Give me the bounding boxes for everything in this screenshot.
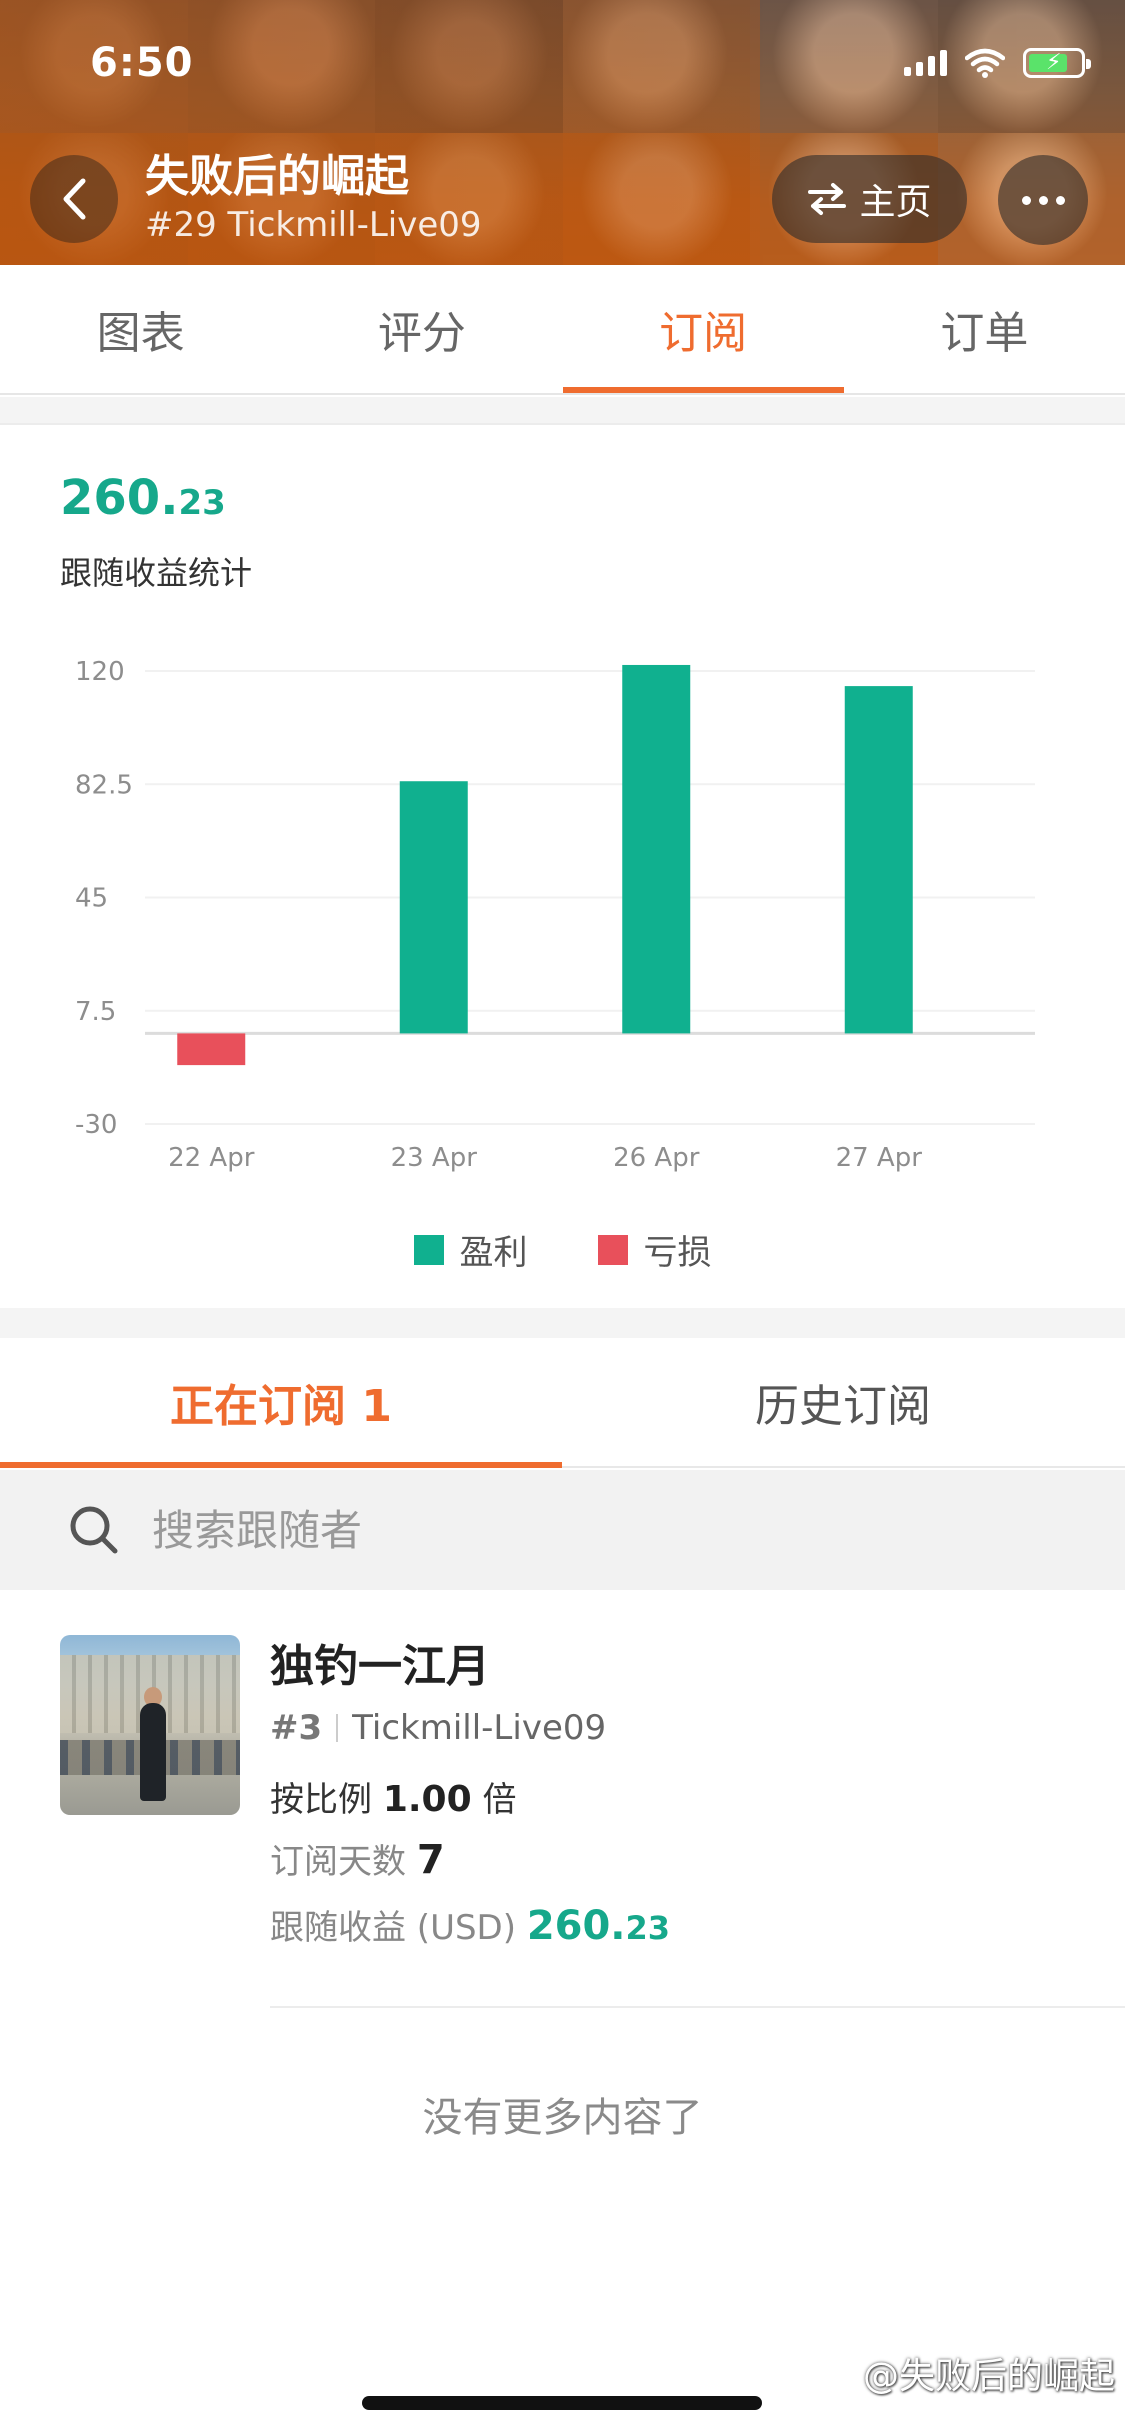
profile-header: 6:50 ⚡ 失败后的崛起 #29 Tickmill-Live09 主页	[0, 0, 1125, 265]
wifi-icon	[965, 48, 1005, 78]
chart-legend: 盈利 亏损	[0, 1225, 1125, 1274]
search-icon	[70, 1506, 118, 1554]
follower-subscription-days: 订阅天数 7	[270, 1837, 445, 1883]
search-bar	[0, 1470, 1125, 1590]
home-button[interactable]: 主页	[772, 155, 967, 243]
status-icons: ⚡	[904, 48, 1091, 78]
main-tabs: 图表 评分 订阅 订单	[0, 265, 1125, 395]
subscription-tabs: 正在订阅 1 历史订阅	[0, 1338, 1125, 1468]
cellular-signal-icon	[904, 50, 947, 76]
legend-profit-swatch	[413, 1234, 444, 1265]
bar-23-apr	[399, 781, 468, 1034]
follower-profit-value: 260.23	[526, 1903, 671, 1949]
follower-account: Tickmill-Live09	[352, 1708, 607, 1748]
battery-icon: ⚡	[1023, 48, 1091, 78]
back-button[interactable]	[30, 155, 118, 243]
follower-rank: #3	[270, 1708, 323, 1748]
follower-meta: #3 Tickmill-Live09	[270, 1708, 606, 1748]
more-options-button[interactable]	[998, 155, 1088, 245]
tab-current-subscriptions[interactable]: 正在订阅 1	[0, 1338, 562, 1468]
more-dots-icon	[1021, 195, 1031, 205]
total-profit-value: 260.23	[60, 470, 226, 526]
search-followers-input[interactable]	[152, 1505, 952, 1555]
follower-avatar	[60, 1635, 240, 1815]
y-tick-label: -30	[75, 1110, 117, 1140]
page-subtitle: #29 Tickmill-Live09	[145, 205, 482, 245]
legend-loss[interactable]: 亏损	[597, 1225, 712, 1274]
no-more-content-label: 没有更多内容了	[422, 2095, 703, 2141]
x-tick-label: 26 Apr	[613, 1143, 700, 1173]
home-button-label: 主页	[859, 182, 932, 223]
follower-name: 独钓一江月	[270, 1641, 490, 1692]
tab-orders[interactable]: 订单	[844, 265, 1125, 393]
page: 6:50 ⚡ 失败后的崛起 #29 Tickmill-Live09 主页 图表 …	[0, 0, 1125, 2436]
bar-22-apr	[177, 1033, 246, 1066]
x-tick-label: 27 Apr	[836, 1143, 923, 1173]
y-tick-label: 120	[75, 657, 125, 687]
follower-ratio: 按比例 1.00 倍	[270, 1779, 517, 1820]
legend-profit[interactable]: 盈利	[413, 1225, 528, 1274]
total-profit-label: 跟随收益统计	[60, 554, 253, 592]
chevron-left-icon	[63, 178, 86, 220]
x-tick-label: 22 Apr	[168, 1143, 255, 1173]
tab-subscription[interactable]: 订阅	[562, 265, 845, 393]
follow-profit-bar-chart: 120 82.5 45 7.5 -30 22 Apr 23 Apr 26 Apr 27 Apr	[75, 657, 1035, 1173]
bar-27-apr	[844, 686, 913, 1034]
page-title: 失败后的崛起	[145, 151, 409, 202]
switch-arrows-icon	[808, 183, 847, 215]
bar-26-apr	[622, 664, 691, 1034]
x-tick-label: 23 Apr	[391, 1143, 478, 1173]
legend-loss-swatch	[597, 1234, 628, 1265]
tab-history-subscriptions[interactable]: 历史订阅	[562, 1338, 1124, 1466]
tab-chart[interactable]: 图表	[0, 265, 281, 393]
follower-profit: 跟随收益 (USD) 260.23	[270, 1903, 671, 1949]
home-indicator[interactable]	[362, 2396, 762, 2410]
weibo-watermark: @失败后的崛起	[862, 2356, 1115, 2397]
tab-rating[interactable]: 评分	[281, 265, 562, 393]
y-tick-label: 7.5	[75, 997, 116, 1027]
status-time: 6:50	[90, 40, 194, 86]
y-tick-label: 45	[75, 884, 108, 914]
y-tick-label: 82.5	[75, 770, 133, 800]
